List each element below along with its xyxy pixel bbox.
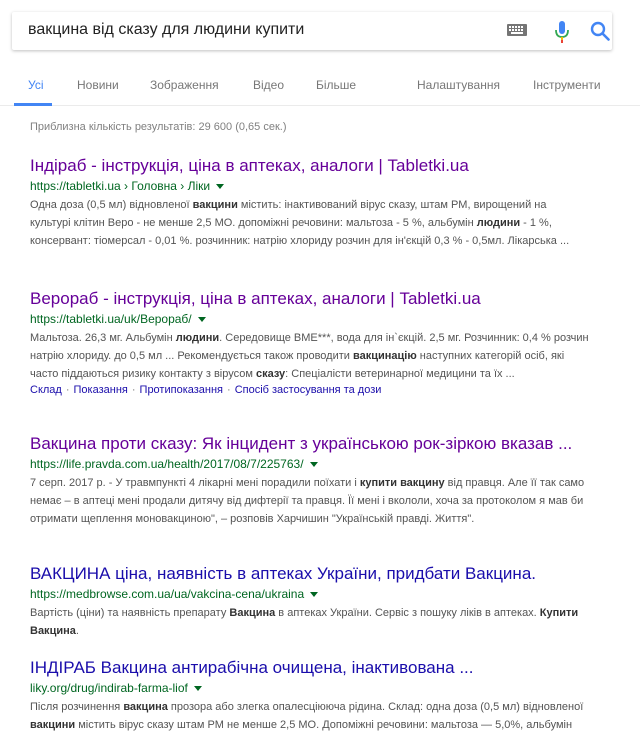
search-result: Вакцина проти сказу: Як інцидент з украї… bbox=[30, 434, 590, 528]
snippet-keyword: купити вакцину bbox=[359, 477, 445, 489]
sitelink-separator: · bbox=[227, 384, 231, 396]
result-title-link[interactable]: Вакцина проти сказу: Як інцидент з украї… bbox=[30, 434, 590, 454]
result-title-link[interactable]: ІНДІРАБ Вакцина антирабічна очищена, іна… bbox=[30, 658, 590, 678]
sitelink-separator: · bbox=[65, 384, 70, 396]
search-result: ВАКЦИНА ціна, наявність в аптеках Україн… bbox=[30, 564, 590, 640]
tab-news[interactable]: Новини bbox=[77, 78, 119, 92]
search-result: Верораб - інструкція, ціна в аптеках, ан… bbox=[30, 289, 590, 396]
microphone-icon[interactable] bbox=[555, 21, 569, 43]
keyboard-icon[interactable] bbox=[507, 24, 527, 36]
snippet-keyword: Вакцина bbox=[229, 607, 276, 619]
result-title-link[interactable]: ВАКЦИНА ціна, наявність в аптеках Україн… bbox=[30, 564, 590, 584]
snippet-keyword: сказу bbox=[255, 368, 286, 380]
result-url: https://life.pravda.com.ua/health/2017/0… bbox=[30, 457, 590, 472]
sitelink-indications[interactable]: Показання bbox=[74, 384, 128, 396]
sitelink-contraindications[interactable]: Протипоказання bbox=[140, 384, 223, 396]
snippet-keyword: Купити Вакцина bbox=[30, 607, 579, 637]
sitelink-composition[interactable]: Склад bbox=[30, 384, 62, 396]
tab-all[interactable]: Усі bbox=[28, 78, 44, 92]
result-stats: Приблизна кількість результатів: 29 600 … bbox=[30, 121, 287, 133]
active-tab-indicator bbox=[14, 103, 52, 106]
snippet-keyword: людини bbox=[175, 332, 220, 344]
caret-down-icon[interactable] bbox=[310, 592, 319, 598]
tab-tools[interactable]: Інструменти bbox=[533, 78, 601, 92]
search-box[interactable]: вакцина від сказу для людини купити bbox=[12, 12, 612, 50]
caret-down-icon[interactable] bbox=[309, 462, 318, 468]
snippet-keyword: вакцини bbox=[30, 719, 76, 731]
search-input[interactable]: вакцина від сказу для людини купити bbox=[28, 21, 304, 39]
snippet-keyword: вакцини bbox=[192, 199, 238, 211]
snippet-keyword: людини bbox=[476, 217, 521, 229]
result-snippet: Мальтоза. 26,3 мг. Альбумін людини. Сере… bbox=[30, 332, 589, 380]
sitelinks: Склад · Показання · Протипоказання · Спосіб за… bbox=[30, 384, 590, 396]
caret-down-icon[interactable] bbox=[193, 686, 202, 692]
result-title-link[interactable]: Верораб - інструкція, ціна в аптеках, ан… bbox=[30, 289, 590, 309]
result-snippet: Після розчинення вакцина прозора або зле… bbox=[30, 698, 590, 738]
search-tabs: Усі Новини Зображення Відео Більше Налаш… bbox=[0, 70, 640, 106]
search-icon[interactable] bbox=[590, 21, 610, 41]
snippet-keyword: вакцинацію bbox=[352, 350, 417, 362]
caret-down-icon[interactable] bbox=[197, 317, 206, 323]
result-snippet: 7 серп. 2017 р. - У травмпункті 4 лікарн… bbox=[30, 477, 585, 525]
result-url: https://tabletki.ua/uk/Верораб/ bbox=[30, 312, 590, 327]
result-url: https://medbrowse.com.ua/ua/vakcina-cena… bbox=[30, 587, 590, 602]
result-title-link[interactable]: Індіраб - інструкція, ціна в аптеках, ан… bbox=[30, 156, 590, 176]
sitelink-separator: · bbox=[131, 384, 136, 396]
search-result: Індіраб - інструкція, ціна в аптеках, ан… bbox=[30, 156, 590, 250]
result-snippet: Вартість (ціни) та наявність препарату В… bbox=[30, 607, 579, 637]
result-url: https://tabletki.ua › Головна › Ліки bbox=[30, 179, 590, 194]
tab-settings[interactable]: Налаштування bbox=[417, 78, 500, 92]
search-result: ІНДІРАБ Вакцина антирабічна очищена, іна… bbox=[30, 658, 590, 738]
caret-down-icon[interactable] bbox=[216, 184, 225, 190]
result-snippet: Одна доза (0,5 мл) відновленої вакцини м… bbox=[30, 199, 570, 247]
snippet-keyword: вакцина bbox=[123, 701, 168, 713]
result-url: liky.org/drug/indirab-farma-liof bbox=[30, 681, 590, 696]
tab-videos[interactable]: Відео bbox=[253, 78, 284, 92]
tab-images[interactable]: Зображення bbox=[150, 78, 219, 92]
tab-more[interactable]: Більше bbox=[316, 78, 356, 92]
sitelink-dosage[interactable]: Спосіб застосування та дози bbox=[235, 384, 382, 396]
